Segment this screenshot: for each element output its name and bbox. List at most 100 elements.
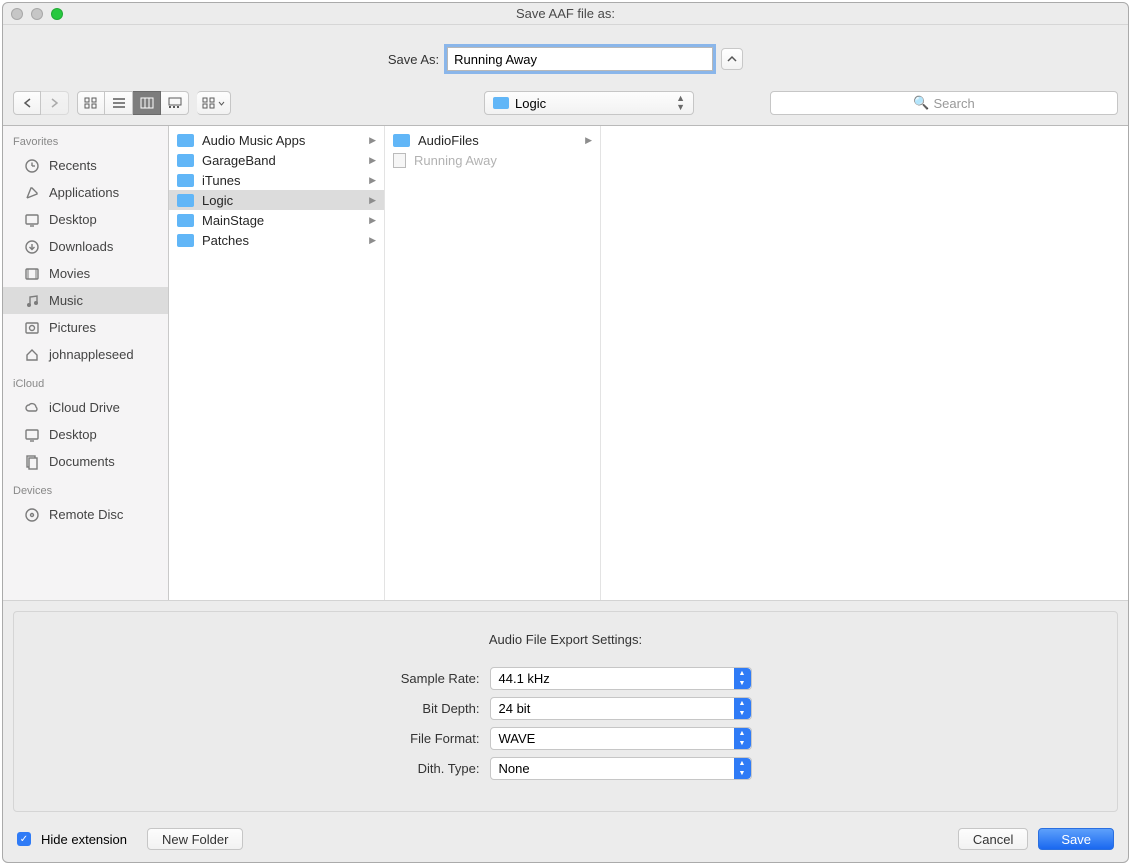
- folder-icon: [177, 234, 194, 247]
- column-item-label: GarageBand: [202, 153, 276, 168]
- save-as-label: Save As:: [388, 52, 439, 67]
- sidebar-item-remote-disc[interactable]: Remote Disc: [3, 501, 168, 528]
- column-item[interactable]: GarageBand ▶: [169, 150, 384, 170]
- settings-panel: Audio File Export Settings: Sample Rate:…: [3, 600, 1128, 822]
- folder-icon: [177, 174, 194, 187]
- column-item[interactable]: Logic ▶: [169, 190, 384, 210]
- column-item[interactable]: MainStage▶: [169, 210, 384, 230]
- sidebar-item-documents[interactable]: Documents: [3, 448, 168, 475]
- desktop-icon: [23, 427, 41, 443]
- sidebar-item-label: Downloads: [49, 239, 113, 254]
- column-item[interactable]: Audio Music Apps▶: [169, 130, 384, 150]
- sidebar-item-desktop[interactable]: Desktop: [3, 206, 168, 233]
- column-item[interactable]: AudioFiles▶: [385, 130, 600, 150]
- settings-row: Sample Rate: 44.1 kHz▲▼: [14, 667, 1117, 690]
- chevron-right-icon: ▶: [369, 235, 376, 246]
- settings-value: WAVE: [499, 731, 536, 746]
- disc-icon: [23, 507, 41, 523]
- browser-column: AudioFiles▶Running Away: [385, 126, 601, 600]
- save-as-row: Save As:: [3, 25, 1128, 85]
- folder-icon: [177, 214, 194, 227]
- search-placeholder: Search: [933, 96, 974, 111]
- settings-row: Dith. Type: None ▲▼: [14, 757, 1117, 780]
- sidebar-item-pictures[interactable]: Pictures: [3, 314, 168, 341]
- settings-label: Dith. Type:: [380, 761, 480, 776]
- sidebar-item-music[interactable]: Music: [3, 287, 168, 314]
- desktop-icon: [23, 212, 41, 228]
- sidebar-item-movies[interactable]: Movies: [3, 260, 168, 287]
- search-field[interactable]: 🔍 Search: [770, 91, 1118, 115]
- sidebar-section-header: Devices: [3, 475, 168, 501]
- settings-select-sample-rate[interactable]: 44.1 kHz▲▼: [490, 667, 752, 690]
- sidebar-item-label: Desktop: [49, 427, 97, 442]
- view-list-button[interactable]: [105, 91, 133, 115]
- footer: ✓ Hide extension New Folder Cancel Save: [3, 822, 1128, 860]
- sidebar-item-icloud-drive[interactable]: iCloud Drive: [3, 394, 168, 421]
- save-dialog: Save AAF file as: Save As: Logic: [2, 2, 1129, 863]
- path-popup[interactable]: Logic ▲▼: [484, 91, 694, 115]
- settings-select-bit-depth[interactable]: 24 bit▲▼: [490, 697, 752, 720]
- settings-label: Bit Depth:: [380, 701, 480, 716]
- settings-select-dith-type[interactable]: None ▲▼: [490, 757, 752, 780]
- documents-icon: [23, 454, 41, 470]
- stepper-icon: ▲▼: [734, 758, 751, 779]
- nav-forward-button[interactable]: [41, 91, 69, 115]
- sidebar-item-label: Desktop: [49, 212, 97, 227]
- column-item-label: Logic: [202, 193, 233, 208]
- titlebar: Save AAF file as:: [3, 3, 1128, 25]
- group-by-button[interactable]: [197, 91, 231, 115]
- music-icon: [23, 293, 41, 309]
- new-folder-button[interactable]: New Folder: [147, 828, 243, 850]
- columns-icon: [140, 97, 154, 109]
- apps-icon: [23, 185, 41, 201]
- settings-label: Sample Rate:: [380, 671, 480, 686]
- sidebar-item-recents[interactable]: Recents: [3, 152, 168, 179]
- stepper-icon: ▲▼: [734, 698, 751, 719]
- stepper-icon: ▲▼: [734, 728, 751, 749]
- view-gallery-button[interactable]: [161, 91, 189, 115]
- save-button[interactable]: Save: [1038, 828, 1114, 850]
- column-item[interactable]: iTunes▶: [169, 170, 384, 190]
- settings-select-file-format[interactable]: WAVE ▲▼: [490, 727, 752, 750]
- settings-row: File Format:WAVE▲▼: [14, 727, 1117, 750]
- gallery-icon: [168, 97, 182, 109]
- view-icons-button[interactable]: [77, 91, 105, 115]
- view-columns-button[interactable]: [133, 91, 161, 115]
- folder-icon: [177, 154, 194, 167]
- sidebar: FavoritesRecentsApplicationsDesktopDownl…: [3, 126, 169, 600]
- settings-row: Bit Depth: 24 bit▲▼: [14, 697, 1117, 720]
- sidebar-item-label: Movies: [49, 266, 90, 281]
- sidebar-item-label: Pictures: [49, 320, 96, 335]
- chevron-right-icon: [50, 98, 59, 108]
- sidebar-item-applications[interactable]: Applications: [3, 179, 168, 206]
- column-item[interactable]: Patches ▶: [169, 230, 384, 250]
- nav-back-button[interactable]: [13, 91, 41, 115]
- chevron-right-icon: ▶: [369, 155, 376, 166]
- stepper-icon: ▲▼: [734, 668, 751, 689]
- folder-icon: [177, 194, 194, 207]
- chevron-left-icon: [23, 98, 32, 108]
- group-icon: [202, 97, 216, 109]
- file-icon: [393, 153, 406, 168]
- cancel-button[interactable]: Cancel: [958, 828, 1028, 850]
- column-item-label: Patches: [202, 233, 249, 248]
- expand-button[interactable]: [721, 48, 743, 70]
- chevron-right-icon: ▶: [369, 195, 376, 206]
- save-as-input[interactable]: [447, 47, 713, 71]
- sidebar-item-desktop[interactable]: Desktop: [3, 421, 168, 448]
- sidebar-section-header: iCloud: [3, 368, 168, 394]
- file-browser: FavoritesRecentsApplicationsDesktopDownl…: [3, 125, 1128, 600]
- hide-extension-checkbox[interactable]: ✓: [17, 832, 31, 846]
- sidebar-item-label: Remote Disc: [49, 507, 123, 522]
- sidebar-item-label: iCloud Drive: [49, 400, 120, 415]
- chevron-down-icon: [218, 101, 225, 106]
- column-item-label: AudioFiles: [418, 133, 479, 148]
- movies-icon: [23, 266, 41, 282]
- chevron-right-icon: ▶: [369, 175, 376, 186]
- chevron-up-icon: [727, 55, 737, 63]
- settings-value: None: [499, 761, 530, 776]
- sidebar-item-downloads[interactable]: Downloads: [3, 233, 168, 260]
- sidebar-item-johnappleseed[interactable]: johnappleseed: [3, 341, 168, 368]
- window-title: Save AAF file as:: [3, 6, 1128, 21]
- column-view: Audio Music Apps▶GarageBand▶iTunes▶Logic…: [169, 126, 1128, 600]
